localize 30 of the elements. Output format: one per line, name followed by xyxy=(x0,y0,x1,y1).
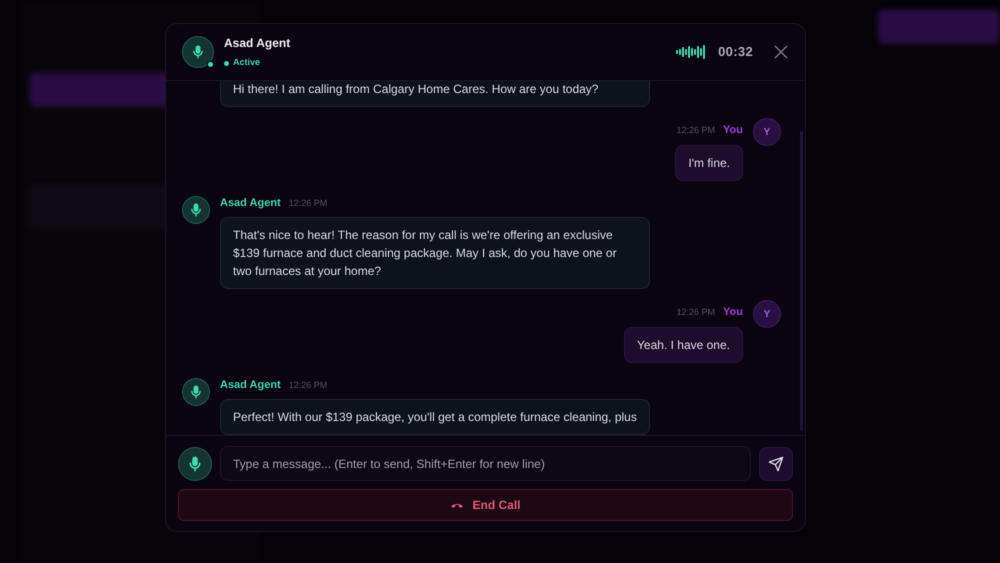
microphone-icon xyxy=(189,384,203,398)
microphone-icon xyxy=(189,202,203,216)
close-icon xyxy=(773,44,789,60)
end-call-button[interactable]: End Call xyxy=(178,489,793,521)
agent-message: Hi there! I am calling from Calgary Home Cares. How are you today? xyxy=(220,81,650,107)
user-avatar: Y xyxy=(753,300,781,328)
user-avatar: Y xyxy=(753,118,781,146)
sender-name: Asad Agent xyxy=(220,196,281,210)
agent-message: That's nice to hear! The reason for my call is we're offering an exclusive $139 furnace and duct cleaning package. May I ask, do you have one or two furnaces at your home? xyxy=(220,217,650,289)
sender-name: You xyxy=(723,123,743,138)
agent-name: Asad Agent xyxy=(224,35,290,52)
message-time: 12:26 PM xyxy=(288,378,328,392)
user-message: Yeah. I have one. xyxy=(624,326,743,362)
waveform-icon xyxy=(676,45,706,59)
sender-name: You xyxy=(723,305,743,320)
message-time: 12:26 PM xyxy=(676,306,716,319)
agent-message: Perfect! With our $139 package, you'll get a complete furnace cleaning, plus xyxy=(220,399,650,435)
close-button[interactable] xyxy=(773,44,789,60)
status-label: Active xyxy=(233,56,260,70)
microphone-icon xyxy=(191,45,205,59)
call-timer: 00:32 xyxy=(718,43,753,62)
send-icon xyxy=(768,456,784,472)
sender-name: Asad Agent xyxy=(220,378,281,392)
message-time: 12:26 PM xyxy=(288,196,328,210)
microphone-icon xyxy=(187,456,203,472)
microphone-button[interactable] xyxy=(178,446,212,480)
send-button[interactable] xyxy=(759,446,793,480)
user-message: I'm fine. xyxy=(675,144,743,180)
message-input[interactable]: Type a message... (Enter to send, Shift+Enter for new line) xyxy=(220,446,751,481)
message-time: 12:26 PM xyxy=(676,124,716,137)
